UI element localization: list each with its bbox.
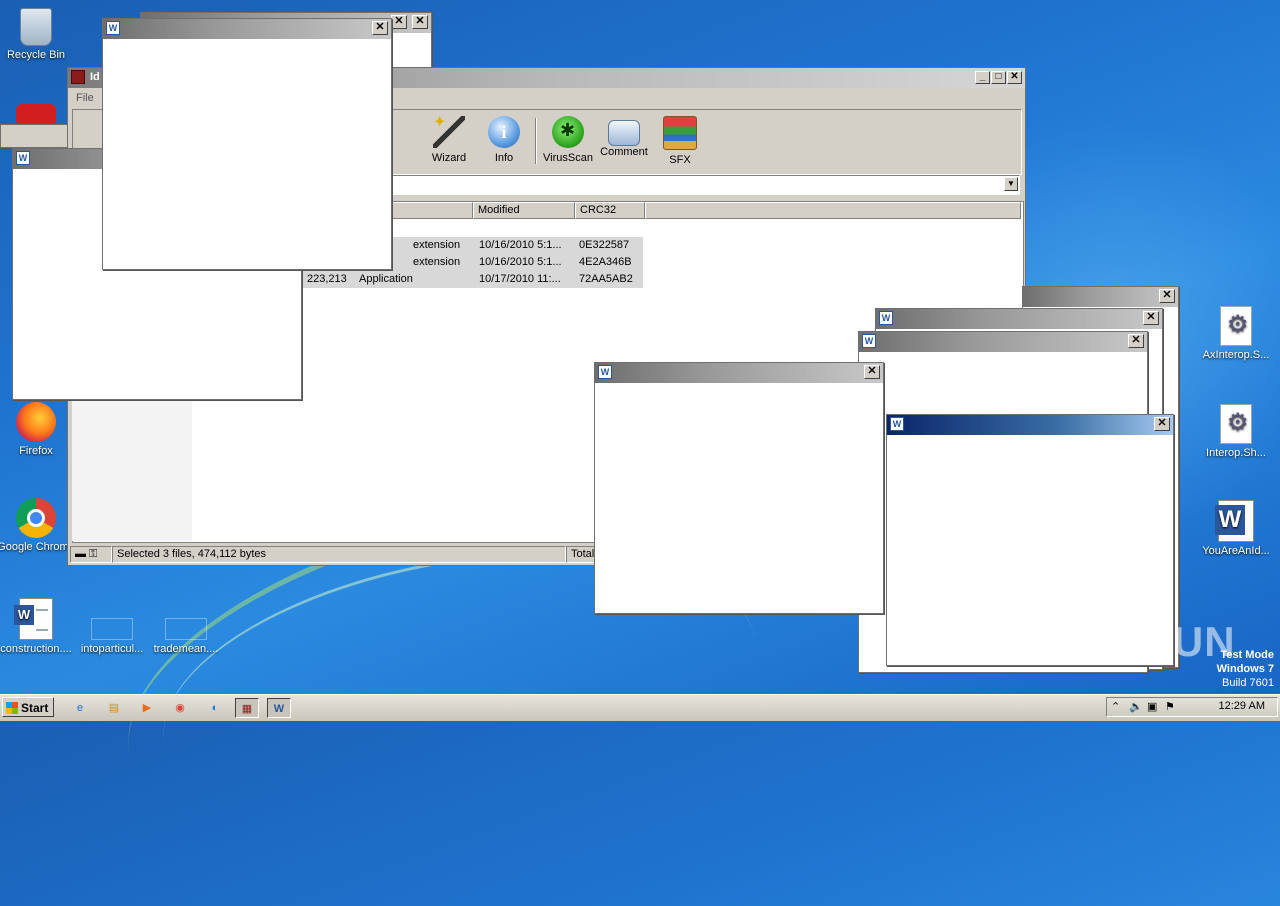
desktop-icon-chrome[interactable]: Google Chrome: [0, 498, 76, 554]
tray-expand-icon[interactable]: ⌃: [1111, 700, 1120, 713]
ie-taskbar-icon[interactable]: e: [68, 698, 92, 718]
sfx-button[interactable]: SFX: [652, 116, 708, 166]
popup-titlebar[interactable]: ✕: [1023, 287, 1178, 307]
test-mode-label: Test Mode Windows 7 Build 7601: [1216, 649, 1274, 689]
chrome-icon: [16, 498, 56, 538]
column-header-crc32[interactable]: CRC32: [575, 202, 645, 219]
status-selected: Selected 3 files, 474,112 bytes: [112, 546, 566, 563]
clock[interactable]: 12:29 AM: [1219, 700, 1265, 712]
chevron-down-icon[interactable]: ▼: [1004, 177, 1018, 191]
system-tray: ⌃ 🔈 ▣ ⚑ 12:29 AM: [1106, 697, 1278, 717]
chrome-taskbar-icon[interactable]: ◉: [168, 698, 192, 718]
close-button[interactable]: ✕: [391, 15, 407, 29]
word-app-icon: W: [862, 334, 876, 348]
column-header-empty: [645, 202, 1021, 219]
info-icon: i: [488, 116, 520, 148]
popup-window[interactable]: W ✕: [102, 18, 392, 270]
popup-titlebar[interactable]: W ✕: [103, 19, 391, 39]
sfx-archive-icon: [663, 116, 697, 150]
close-icon: ✕: [1157, 417, 1167, 429]
word-taskbar-icon[interactable]: W: [267, 698, 291, 718]
network-icon[interactable]: ▣: [1147, 700, 1157, 713]
word-app-icon: W: [106, 21, 120, 35]
desktop-icon-axinterop[interactable]: AxInterop.S...: [1196, 306, 1276, 361]
virusscan-button[interactable]: VirusScan: [540, 116, 596, 164]
windows-logo-icon: [6, 702, 18, 714]
desktop-icon-recycle-bin[interactable]: Recycle Bin: [0, 8, 76, 61]
word-document-icon: [14, 598, 53, 640]
minimize-button[interactable]: _: [975, 71, 990, 84]
close-button[interactable]: ✕: [1143, 311, 1159, 325]
close-button[interactable]: ✕: [864, 365, 880, 379]
comment-button[interactable]: Comment: [596, 116, 652, 158]
close-button[interactable]: ✕: [1154, 417, 1170, 431]
virusscan-bug-icon: [552, 116, 584, 148]
close-button[interactable]: ✕: [372, 21, 388, 35]
word-document-icon: [1215, 500, 1254, 542]
start-button[interactable]: Start: [2, 697, 54, 717]
drive-key-icon: ▬ ⚿: [70, 546, 112, 563]
wizard-wand-icon: [433, 112, 465, 148]
close-icon: ✕: [1146, 311, 1156, 323]
edge-taskbar-icon[interactable]: ◐: [203, 698, 227, 718]
word-app-icon: W: [879, 311, 893, 325]
desktop-icon-interop[interactable]: Interop.Sh...: [1196, 404, 1276, 459]
taskbar: Start e ▤ ▶ ◉ ◐ ▦ W ⌃ 🔈 ▣ ⚑ 12:29 AM: [0, 694, 1280, 721]
desktop-icon-construction[interactable]: construction....: [0, 598, 76, 655]
recycle-bin-icon: [20, 8, 52, 46]
volume-icon[interactable]: 🔈: [1129, 700, 1143, 713]
blank-file-icon: [165, 618, 207, 640]
close-button[interactable]: ✕: [412, 15, 428, 29]
menu-file[interactable]: File: [76, 92, 94, 104]
close-button[interactable]: ✕: [1159, 289, 1175, 303]
close-icon: ✕: [1131, 334, 1141, 346]
desktop-icon-intoparticul[interactable]: intoparticul...: [72, 598, 152, 655]
wizard-button[interactable]: Wizard: [421, 112, 477, 164]
desktop-icon-youareanid[interactable]: YouAreAnId...: [1196, 500, 1276, 557]
word-app-icon: W: [890, 417, 904, 431]
winrar-icon: [71, 70, 85, 84]
explorer-taskbar-icon[interactable]: ▤: [102, 698, 126, 718]
close-button[interactable]: ✕: [1128, 334, 1144, 348]
popup-titlebar[interactable]: W ✕: [876, 309, 1162, 329]
action-center-flag-icon[interactable]: ⚑: [1165, 700, 1175, 713]
close-icon: ✕: [1162, 289, 1172, 301]
winrar-taskbar-icon[interactable]: ▦: [235, 698, 259, 718]
popup-titlebar[interactable]: W ✕: [859, 332, 1147, 352]
desktop-icon-trademean[interactable]: trademean....: [146, 598, 226, 655]
comment-icon: [608, 120, 640, 146]
popup-window[interactable]: W ✕: [594, 362, 884, 614]
media-player-taskbar-icon[interactable]: ▶: [135, 698, 159, 718]
info-button[interactable]: i Info: [476, 116, 532, 164]
desktop-icon-firefox[interactable]: Firefox: [0, 402, 76, 457]
config-file-icon: [1220, 306, 1252, 346]
close-icon: ✕: [394, 15, 404, 27]
table-row[interactable]: 223,213 Application 10/17/2010 11:... 72…: [303, 271, 643, 288]
anyrun-watermark: ANY RUN: [1038, 618, 1236, 665]
blank-file-icon: [91, 618, 133, 640]
close-icon: ✕: [867, 365, 877, 377]
folder-tree-pane[interactable]: [72, 401, 192, 541]
close-icon: ✕: [415, 15, 425, 27]
toolbar-separator: [535, 118, 537, 164]
status-total: Total: [566, 546, 596, 563]
config-file-icon: [1220, 404, 1252, 444]
close-button[interactable]: ✕: [1007, 71, 1022, 84]
column-header-modified[interactable]: Modified: [473, 202, 575, 219]
popup-titlebar[interactable]: W ✕: [887, 415, 1173, 435]
popup-titlebar[interactable]: W ✕: [595, 363, 883, 383]
word-app-icon: W: [16, 151, 30, 165]
red-app-icon: [16, 104, 56, 126]
word-app-icon: W: [598, 365, 612, 379]
close-icon: ✕: [375, 21, 385, 33]
maximize-button[interactable]: □: [991, 71, 1006, 84]
firefox-icon: [16, 402, 56, 442]
